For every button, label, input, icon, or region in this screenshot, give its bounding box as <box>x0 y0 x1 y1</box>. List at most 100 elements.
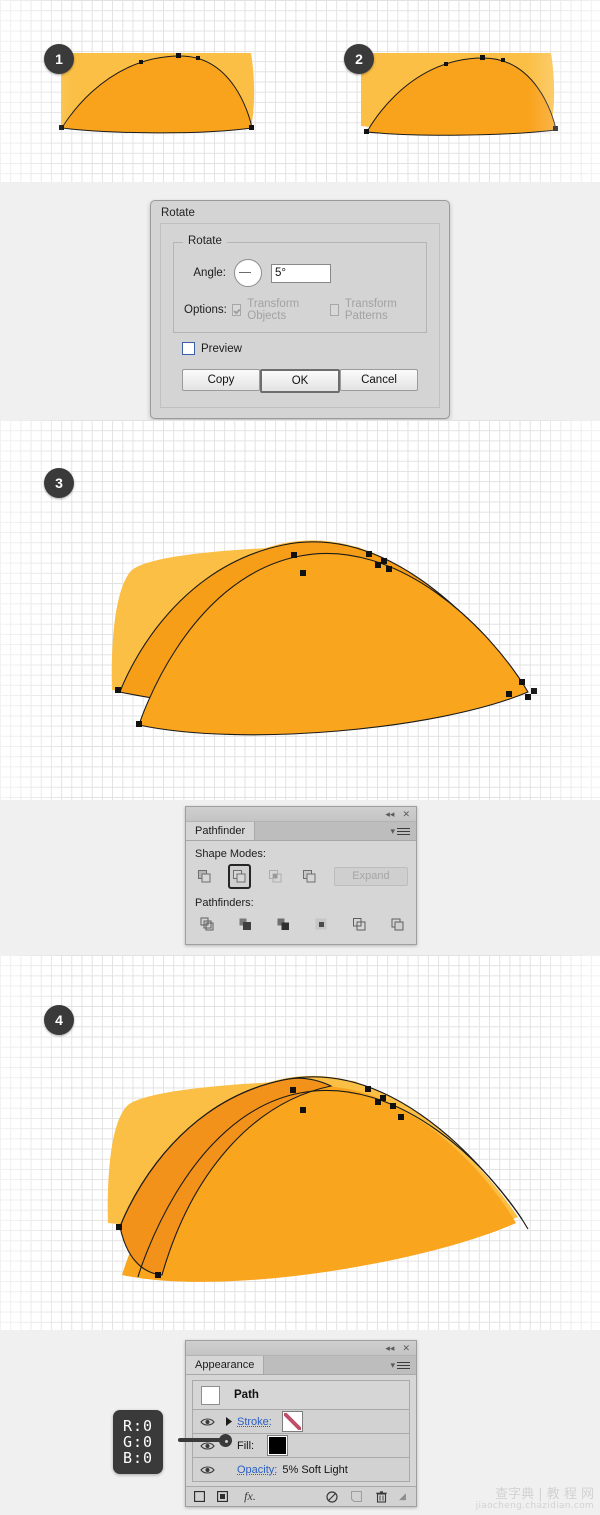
merge-icon <box>277 918 289 930</box>
tutorial-page: 1 2 Rotate Rotate Angle: 5° Options: Tra… <box>0 0 600 1515</box>
panel-menu-arrow-icon[interactable]: ▾ <box>390 826 395 836</box>
stroke-visibility-toggle[interactable] <box>193 1417 221 1427</box>
add-new-effect-button[interactable]: fx. <box>240 1489 260 1504</box>
shape-mode-minus-front-button[interactable] <box>228 864 251 889</box>
pathfinders-label: Pathfinders: <box>195 897 254 909</box>
exclude-icon <box>303 870 316 883</box>
collapse-icon[interactable]: ◂◂ <box>385 1343 394 1353</box>
pathfinder-menu-area: ▾ <box>255 822 416 840</box>
angle-row: Angle: 5° <box>184 259 416 287</box>
pathfinder-crop-button[interactable] <box>310 913 332 936</box>
rotate-fieldset: Rotate Angle: 5° Options: Transform Obje… <box>173 235 427 333</box>
close-icon[interactable]: ✕ <box>402 1343 410 1353</box>
step-badge-label: 3 <box>55 475 63 491</box>
appearance-opacity-row[interactable]: Opacity: 5% Soft Light <box>193 1458 409 1481</box>
shape-mode-unite-button[interactable] <box>194 865 215 888</box>
eye-icon <box>199 1465 215 1474</box>
appearance-panel-bar: ◂◂ ✕ <box>186 1341 416 1356</box>
tab-appearance[interactable]: Appearance <box>186 1356 265 1374</box>
pathfinder-outline-button[interactable] <box>348 913 370 936</box>
divide-icon <box>200 917 213 931</box>
transform-patterns-checkbox[interactable] <box>329 304 339 316</box>
rgb-red-value: R:0 <box>123 1417 154 1435</box>
preview-row[interactable]: Preview <box>182 342 429 355</box>
transform-objects-checkbox[interactable] <box>232 304 242 316</box>
rotate-dialog-body: Rotate Angle: 5° Options: Transform Obje… <box>160 223 440 408</box>
transform-patterns-label: Transform Patterns <box>344 298 397 322</box>
appearance-menu-area: ▾ <box>264 1356 416 1374</box>
angle-input[interactable]: 5° <box>271 263 331 283</box>
clear-appearance-button[interactable] <box>324 1489 339 1504</box>
duplicate-item-button[interactable] <box>349 1489 364 1504</box>
step-badge-label: 1 <box>55 51 63 67</box>
add-new-stroke-icon <box>194 1491 205 1502</box>
add-new-fill-icon <box>217 1491 228 1502</box>
pathfinder-panel[interactable]: ◂◂ ✕ Pathfinder ▾ Shape Modes: Expand Pa… <box>185 806 417 945</box>
rotate-dialog-title: Rotate <box>161 207 195 219</box>
tab-pathfinder[interactable]: Pathfinder <box>186 822 256 840</box>
pathfinder-merge-button[interactable] <box>272 913 294 936</box>
rotate-dialog[interactable]: Rotate Rotate Angle: 5° Options: Transfo… <box>150 200 450 419</box>
angle-dial[interactable] <box>234 259 262 287</box>
shape-mode-exclude-button[interactable] <box>299 865 320 888</box>
ok-button[interactable]: OK <box>260 369 340 393</box>
panel-menu-arrow-icon[interactable]: ▾ <box>390 1360 395 1370</box>
minus-back-icon <box>391 918 403 931</box>
collapse-icon[interactable]: ◂◂ <box>385 809 394 819</box>
appearance-footer: fx. ◢ <box>186 1486 416 1506</box>
delete-item-button[interactable] <box>374 1489 389 1504</box>
appearance-panel[interactable]: ◂◂ ✕ Appearance ▾ Path Stroke: Fill: Opa… <box>185 1340 417 1507</box>
fx-icon: fx. <box>244 1489 256 1503</box>
preview-checkbox[interactable] <box>182 342 195 355</box>
stroke-label[interactable]: Stroke: <box>237 1416 272 1428</box>
step-badge-2: 2 <box>344 44 374 74</box>
pathfinder-divide-button[interactable] <box>196 913 218 936</box>
path-thumbnail-swatch <box>201 1385 220 1405</box>
watermark: 查字典 | 教 程 网 jiaocheng.chazidian.com <box>476 1488 594 1511</box>
step-badge-label: 2 <box>355 51 363 67</box>
eye-icon <box>199 1441 215 1450</box>
panel-menu-icon[interactable] <box>397 826 410 837</box>
rgb-blue-value: B:0 <box>123 1449 154 1467</box>
shape-artwork-step-3 <box>111 540 537 736</box>
appearance-path-row[interactable]: Path <box>193 1381 409 1410</box>
trim-icon <box>239 918 251 930</box>
step-badge-1: 1 <box>44 44 74 74</box>
add-new-stroke-button[interactable] <box>192 1489 207 1504</box>
unite-icon <box>197 870 211 883</box>
opacity-visibility-toggle[interactable] <box>193 1465 221 1475</box>
pathfinder-trim-button[interactable] <box>234 913 256 936</box>
dialog-button-row: Copy OK Cancel <box>182 369 418 393</box>
step-badge-label: 4 <box>55 1012 63 1028</box>
appearance-stroke-row[interactable]: Stroke: <box>193 1410 409 1434</box>
pathfinder-body: Shape Modes: Expand Pathfinders: <box>186 841 416 944</box>
stroke-color-swatch[interactable] <box>281 1411 303 1432</box>
opacity-label[interactable]: Opacity: <box>237 1464 277 1476</box>
path-label: Path <box>234 1389 259 1401</box>
watermark-sub: jiaocheng.chazidian.com <box>475 1500 594 1511</box>
illustration-canvas-step-4: 4 <box>0 955 600 1330</box>
resize-grip-icon[interactable]: ◢ <box>395 1489 410 1504</box>
black-fill-icon <box>269 1437 287 1454</box>
duplicate-item-icon <box>351 1491 362 1502</box>
shape-mode-intersect-button[interactable] <box>264 865 286 888</box>
pathfinder-minus-back-button[interactable] <box>386 913 408 936</box>
close-icon[interactable]: ✕ <box>402 809 410 819</box>
add-new-fill-button[interactable] <box>215 1489 230 1504</box>
pathfinder-panel-bar: ◂◂ ✕ <box>186 807 416 822</box>
clear-appearance-icon <box>325 1490 338 1503</box>
copy-button[interactable]: Copy <box>182 369 260 391</box>
stroke-none-icon <box>283 1413 301 1430</box>
step-badge-3: 3 <box>44 468 74 498</box>
cancel-button[interactable]: Cancel <box>340 369 418 391</box>
shape-modes-row: Expand <box>194 864 408 889</box>
eye-icon <box>199 1417 215 1426</box>
opacity-value: 5% Soft Light <box>282 1463 348 1476</box>
callout-leader-endpoint <box>219 1434 232 1447</box>
outline-icon <box>352 918 365 931</box>
stroke-expand-triangle[interactable] <box>221 1417 237 1426</box>
fill-color-swatch[interactable] <box>267 1435 289 1456</box>
expand-button[interactable]: Expand <box>333 867 408 886</box>
fill-visibility-toggle[interactable] <box>193 1441 221 1451</box>
panel-menu-icon[interactable] <box>397 1360 410 1371</box>
